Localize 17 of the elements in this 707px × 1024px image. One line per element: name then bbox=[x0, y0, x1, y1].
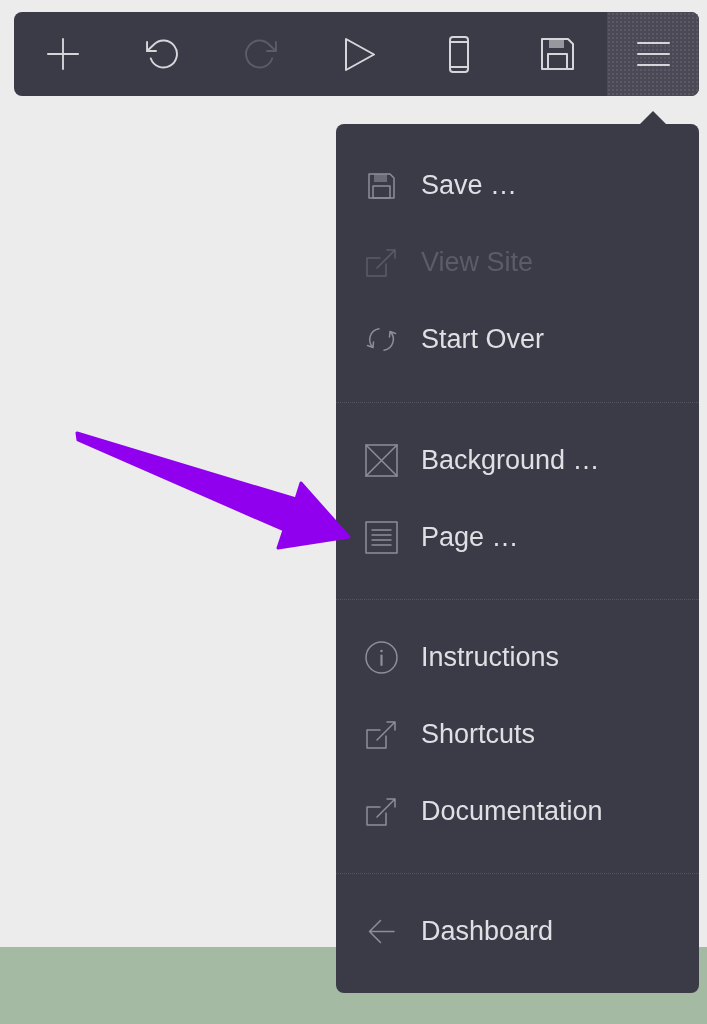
lined-page-icon bbox=[364, 521, 398, 554]
menu-item[interactable]: Background … bbox=[336, 422, 699, 499]
crossed-box-icon bbox=[364, 444, 398, 477]
left-arrow-icon bbox=[367, 919, 395, 944]
menu-item[interactable]: Instructions bbox=[336, 619, 699, 696]
menu-button[interactable] bbox=[607, 12, 699, 96]
box-arrow-icon bbox=[366, 797, 396, 826]
circular-arrows-icon bbox=[364, 327, 398, 352]
box-arrow-icon bbox=[366, 720, 396, 749]
menu-item[interactable]: Start Over bbox=[336, 301, 699, 378]
menu-item[interactable]: Save … bbox=[336, 147, 699, 224]
info-icon bbox=[364, 641, 398, 674]
box-arrow-icon bbox=[366, 248, 396, 277]
menu-item[interactable]: Documentation bbox=[336, 773, 699, 850]
menu-item[interactable]: Page … bbox=[336, 499, 699, 576]
menu-item[interactable]: Shortcuts bbox=[336, 696, 699, 773]
menu-item[interactable]: Dashboard bbox=[336, 893, 699, 970]
